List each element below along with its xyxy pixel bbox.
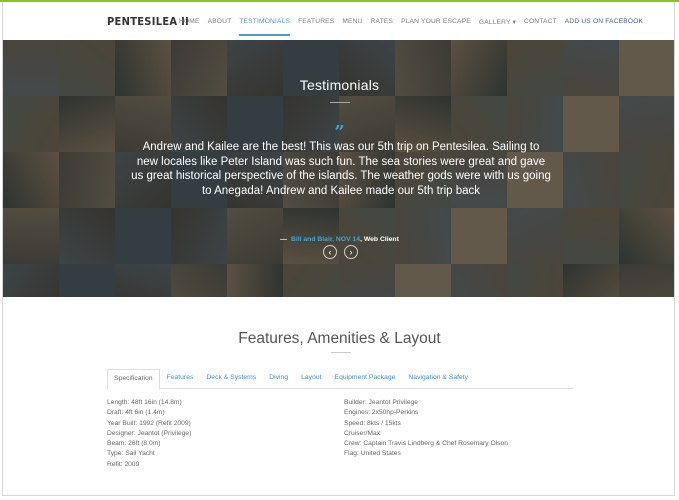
page-frame: PENTESILEA II HOME ABOUT TESTIMONIALS FE… [2, 2, 675, 496]
specs-left-column: Length: 48ft 16in (14.8m) Draft: 4ft 6in… [107, 398, 191, 470]
spec-year-built: Year Built: 1992 (Refit 2009) [107, 419, 191, 427]
attribution-source: , Web Client [360, 236, 399, 243]
spec-draft: Draft: 4ft 6in (1.4m) [107, 409, 165, 417]
site-header: PENTESILEA II HOME ABOUT TESTIMONIALS FE… [3, 2, 674, 40]
features-title: Features, Amenities & Layout [238, 330, 441, 347]
spec-engines: Engines: 2x50hp-Perkins [344, 409, 419, 417]
testimonial-attribution: — Bill and Blair, NOV 14, Web Client [3, 236, 674, 243]
spec-speed: Speed: 8kts / 15kts [344, 419, 401, 427]
hero-divider [330, 102, 350, 103]
hero-title: Testimonials [299, 77, 380, 93]
spec-builder: Builder: Jeantot Privilege [344, 399, 418, 406]
carousel-prev-button[interactable]: ‹ [323, 245, 337, 259]
testimonials-hero: Testimonials ” Andrew and Kailee are the… [3, 40, 674, 297]
features-tabs: Specification Features Deck & Systems Di… [107, 369, 573, 390]
tab-features[interactable]: Features [161, 369, 200, 388]
nav-gallery-label: GALLERY [478, 19, 511, 26]
spec-flag: Flag: United States [344, 450, 401, 458]
nav-home[interactable]: HOME [179, 2, 200, 40]
nav-facebook[interactable]: ADD US ON FACEBOOK [565, 2, 643, 40]
nav-features[interactable]: FEATURES [298, 2, 334, 40]
nav-testimonials[interactable]: TESTIMONIALS [239, 2, 290, 40]
spec-cruiser-max: Cruiser/Max: [344, 429, 382, 437]
attribution-author: Bill and Blair, NOV 14 [290, 236, 361, 243]
features-divider [331, 352, 351, 353]
nav-rates[interactable]: RATES [371, 2, 394, 40]
spec-type: Type: Sail Yacht [107, 450, 155, 458]
spec-crew: Crew: Captain Travis Lindberg & Chef Ros… [344, 440, 508, 448]
nav-contact[interactable]: CONTACT [524, 2, 557, 40]
testimonial-quote: Andrew and Kailee are the best! This was… [131, 141, 551, 197]
tab-diving[interactable]: Diving [263, 369, 294, 388]
nav-about[interactable]: ABOUT [208, 2, 232, 40]
carousel-next-button[interactable]: › [344, 245, 358, 259]
main-nav: HOME ABOUT TESTIMONIALS FEATURES MENU RA… [179, 2, 651, 40]
specs-right-column: Builder: Jeantot Privilege Engines: 2x50… [344, 398, 508, 460]
tab-deck-systems[interactable]: Deck & Systems [200, 369, 262, 388]
tab-navigation-safety[interactable]: Navigation & Safety [402, 369, 474, 388]
tab-layout[interactable]: Layout [295, 369, 327, 388]
spec-refit: Refit: 2009 [107, 460, 140, 468]
spec-length: Length: 48ft 16in (14.8m) [107, 399, 182, 406]
attribution-dash: — [280, 236, 287, 243]
nav-gallery[interactable]: GALLERY ▾ [479, 2, 516, 40]
tab-equipment-package[interactable]: Equipment Package [329, 369, 402, 388]
chevron-down-icon: ▾ [512, 19, 517, 26]
tab-specification[interactable]: Specification [107, 369, 160, 390]
spec-beam: Beam: 26ft (8.0m) [107, 440, 161, 448]
site-logo[interactable]: PENTESILEA II [107, 15, 189, 28]
nav-plan-your-escape[interactable]: PLAN YOUR ESCAPE [401, 2, 471, 40]
spec-designer: Designer: Jeantot (Privilege) [107, 429, 192, 437]
nav-menu[interactable]: MENU [342, 2, 362, 40]
